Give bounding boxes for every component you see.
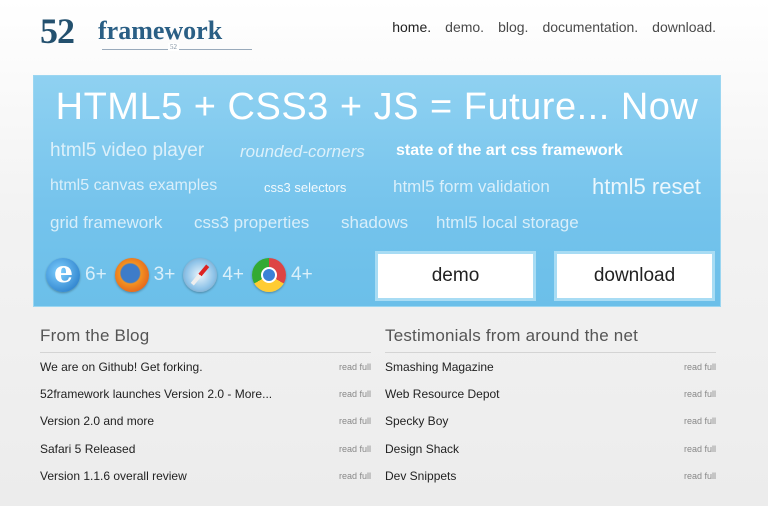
download-button[interactable]: download [554,251,715,301]
testimonial-link[interactable]: Smashing Magazine [385,360,494,374]
read-full-link[interactable]: read full [339,416,371,426]
browser-version: 3+ [153,264,176,285]
list-item: Dev Snippets read full [385,462,716,489]
browser-version: 4+ [222,264,245,285]
logo-subscript: 52 [168,43,179,51]
testimonial-link[interactable]: Dev Snippets [385,469,456,483]
read-full-link[interactable]: read full [684,444,716,454]
nav-demo[interactable]: demo. [445,19,484,35]
browser-safari: 4+ [183,258,244,292]
read-full-link[interactable]: read full [684,362,716,372]
blog-post-link[interactable]: Version 2.0 and more [40,414,154,428]
main-nav: home. demo. blog. documentation. downloa… [392,19,716,35]
blog-post-link[interactable]: 52framework launches Version 2.0 - More.… [40,387,272,401]
read-full-link[interactable]: read full [684,389,716,399]
list-item: Design Shack read full [385,435,716,462]
list-item: 52framework launches Version 2.0 - More.… [40,380,371,407]
read-full-link[interactable]: read full [684,416,716,426]
nav-blog[interactable]: blog. [498,19,528,35]
testimonial-link[interactable]: Web Resource Depot [385,387,500,401]
chrome-icon [252,258,287,292]
hero-tag: html5 canvas examples [50,177,218,194]
read-full-link[interactable]: read full [339,389,371,399]
blog-post-link[interactable]: Version 1.1.6 overall review [40,469,187,483]
browser-firefox: 3+ [114,258,176,292]
blog-post-link[interactable]: Safari 5 Released [40,442,135,456]
hero-tag: rounded-corners [240,142,365,161]
logo-wordmark: framework [98,16,223,45]
demo-button[interactable]: demo [375,251,536,301]
nav-home[interactable]: home. [392,19,431,35]
hero-tag: state of the art css framework [396,142,623,159]
blog-title: From the Blog [40,326,371,353]
list-item: We are on Github! Get forking. read full [40,353,371,380]
browser-version: 4+ [291,264,313,285]
read-full-link[interactable]: read full [339,471,371,481]
firefox-icon [114,258,149,292]
list-item: Specky Boy read full [385,408,716,435]
nav-download[interactable]: download. [652,19,716,35]
read-full-link[interactable]: read full [339,444,371,454]
hero-banner: HTML5 + CSS3 + JS = Future... Now html5 … [33,75,721,307]
logo-number: 52 [40,11,75,51]
list-item: Version 1.1.6 overall review read full [40,462,371,489]
testimonials-section: Testimonials from around the net Smashin… [385,326,716,489]
hero-tag: html5 reset [592,174,701,199]
hero-headline: HTML5 + CSS3 + JS = Future... Now [55,86,699,128]
blog-post-link[interactable]: We are on Github! Get forking. [40,360,203,374]
hero-tag: css3 properties [194,213,310,232]
blog-section: From the Blog We are on Github! Get fork… [40,326,371,489]
testimonial-link[interactable]: Design Shack [385,442,459,456]
list-item: Safari 5 Released read full [40,435,371,462]
browser-chrome: 4+ [252,258,313,292]
hero-tag: css3 selectors [264,180,347,195]
safari-icon [183,258,218,292]
hero-tag: shadows [341,213,409,232]
testimonial-link[interactable]: Specky Boy [385,414,448,428]
ie-icon [46,255,80,292]
browser-ie: 6+ [46,255,107,292]
hero-tag: grid framework [50,213,163,232]
hero-tag: html5 video player [50,140,205,161]
hero-tag: html5 local storage [436,213,579,232]
testimonials-title: Testimonials from around the net [385,326,716,353]
hero-tag: html5 form validation [393,177,550,196]
list-item: Version 2.0 and more read full [40,408,371,435]
read-full-link[interactable]: read full [684,471,716,481]
nav-documentation[interactable]: documentation. [542,19,638,35]
read-full-link[interactable]: read full [339,362,371,372]
list-item: Smashing Magazine read full [385,353,716,380]
list-item: Web Resource Depot read full [385,380,716,407]
browser-version: 6+ [85,264,107,285]
browser-support: 6+ 3+ 4+ 4+ [46,255,321,292]
